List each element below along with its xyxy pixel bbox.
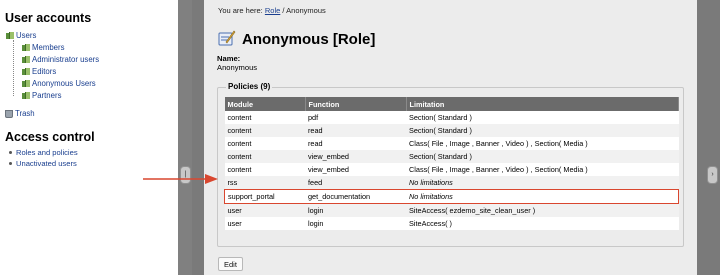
tree-item-members[interactable]: Members bbox=[22, 43, 65, 52]
main-content: You are here: Role / Anonymous Anonymous… bbox=[204, 0, 697, 275]
tree-item-label: Users bbox=[16, 31, 37, 40]
user-accounts-heading: User accounts bbox=[5, 11, 92, 25]
user-group-icon bbox=[22, 68, 30, 75]
user-group-icon bbox=[22, 56, 30, 63]
tree-item-anonymous-users[interactable]: Anonymous Users bbox=[22, 79, 96, 88]
breadcrumb-role-link[interactable]: Role bbox=[265, 6, 280, 15]
tree-connector bbox=[13, 40, 14, 96]
cell-limitation: SiteAccess( ) bbox=[406, 217, 679, 230]
cell-module: content bbox=[224, 111, 305, 124]
table-row[interactable]: content view_embed Section( Standard ) bbox=[224, 150, 679, 163]
cell-limitation: Class( File , Image , Banner , Video ) ,… bbox=[406, 163, 679, 176]
cell-function: feed bbox=[305, 176, 406, 190]
right-collapse-handle[interactable]: › bbox=[707, 166, 718, 184]
policies-fieldset: Policies (9) Module Function Limitation … bbox=[217, 82, 684, 247]
tree-item-label: Editors bbox=[32, 67, 57, 76]
role-icon bbox=[218, 30, 236, 46]
column-header-module[interactable]: Module bbox=[224, 97, 306, 111]
cell-module: content bbox=[224, 150, 305, 163]
cell-module: content bbox=[224, 137, 305, 150]
cell-limitation: Section( Standard ) bbox=[406, 124, 679, 137]
cell-limitation: Class( File , Image , Banner , Video ) ,… bbox=[406, 137, 679, 150]
left-collapse-handle[interactable]: | bbox=[180, 166, 191, 184]
cell-module: user bbox=[224, 217, 305, 230]
tree-item-label: Trash bbox=[15, 109, 35, 118]
table-row[interactable]: rss feed No limitations bbox=[224, 176, 679, 190]
tree-item-administrator-users[interactable]: Administrator users bbox=[22, 55, 99, 64]
policies-table: Module Function Limitation content pdf S… bbox=[224, 97, 679, 230]
tree-item-trash[interactable]: Trash bbox=[5, 109, 35, 118]
edit-button[interactable]: Edit bbox=[218, 257, 243, 271]
cell-function: login bbox=[305, 203, 406, 217]
cell-limitation: No limitations bbox=[406, 189, 679, 204]
tree-item-label: Members bbox=[32, 43, 65, 52]
access-control-heading: Access control bbox=[5, 130, 95, 144]
table-row[interactable]: content read Section( Standard ) bbox=[224, 124, 679, 137]
trash-icon bbox=[5, 109, 13, 118]
cell-limitation: Section( Standard ) bbox=[406, 111, 679, 124]
tree-item-users[interactable]: Users bbox=[6, 31, 36, 40]
cell-limitation: No limitations bbox=[406, 176, 679, 190]
unactivated-users-link[interactable]: Unactivated users bbox=[9, 159, 77, 168]
cell-module: content bbox=[224, 163, 305, 176]
cell-limitation: Section( Standard ) bbox=[406, 150, 679, 163]
column-header-function[interactable]: Function bbox=[305, 97, 407, 111]
table-row[interactable]: user login SiteAccess( ) bbox=[224, 217, 679, 230]
cell-function: login bbox=[305, 217, 406, 230]
cell-function: pdf bbox=[305, 111, 406, 124]
table-row[interactable]: content read Class( File , Image , Banne… bbox=[224, 137, 679, 150]
user-group-icon bbox=[6, 32, 14, 39]
cell-module: support_portal bbox=[224, 189, 305, 204]
cell-module: user bbox=[224, 203, 305, 217]
user-group-icon bbox=[22, 44, 30, 51]
breadcrumb: You are here: Role / Anonymous bbox=[218, 6, 326, 15]
cell-function: get_documentation bbox=[305, 189, 406, 204]
table-row-highlighted[interactable]: support_portal get_documentation No limi… bbox=[224, 189, 679, 204]
tree-item-label: Anonymous Users bbox=[32, 79, 96, 88]
cell-limitation: SiteAccess( ezdemo_site_clean_user ) bbox=[406, 203, 679, 217]
table-row[interactable]: content pdf Section( Standard ) bbox=[224, 111, 679, 124]
user-group-icon bbox=[22, 80, 30, 87]
tree-item-label: Partners bbox=[32, 91, 62, 100]
left-collapse-pane: | bbox=[178, 0, 192, 275]
breadcrumb-separator: / bbox=[282, 6, 285, 15]
name-value: Anonymous bbox=[217, 63, 258, 72]
roles-and-policies-link[interactable]: Roles and policies bbox=[9, 148, 78, 157]
breadcrumb-current: Anonymous bbox=[286, 6, 326, 15]
breadcrumb-prefix: You are here: bbox=[218, 6, 263, 15]
policies-legend: Policies (9) bbox=[226, 82, 273, 91]
right-collapse-pane: › bbox=[697, 0, 720, 275]
tree-item-editors[interactable]: Editors bbox=[22, 67, 56, 76]
table-header-row: Module Function Limitation bbox=[224, 97, 679, 111]
cell-function: read bbox=[305, 124, 406, 137]
left-sidebar: User accounts Users Members Administrato… bbox=[0, 0, 178, 275]
cell-function: view_embed bbox=[305, 163, 406, 176]
table-row[interactable]: content view_embed Class( File , Image ,… bbox=[224, 163, 679, 176]
tree-item-partners[interactable]: Partners bbox=[22, 91, 61, 100]
cell-module: content bbox=[224, 124, 305, 137]
tree-item-label: Administrator users bbox=[32, 55, 100, 64]
page-title: Anonymous [Role] bbox=[242, 31, 376, 48]
name-label: Name: bbox=[217, 54, 241, 63]
table-row[interactable]: user login SiteAccess( ezdemo_site_clean… bbox=[224, 203, 679, 217]
user-group-icon bbox=[22, 92, 30, 99]
cell-module: rss bbox=[224, 176, 305, 190]
content-gutter bbox=[192, 0, 204, 275]
cell-function: view_embed bbox=[305, 150, 406, 163]
cell-function: read bbox=[305, 137, 406, 150]
column-header-limitation[interactable]: Limitation bbox=[406, 97, 679, 111]
